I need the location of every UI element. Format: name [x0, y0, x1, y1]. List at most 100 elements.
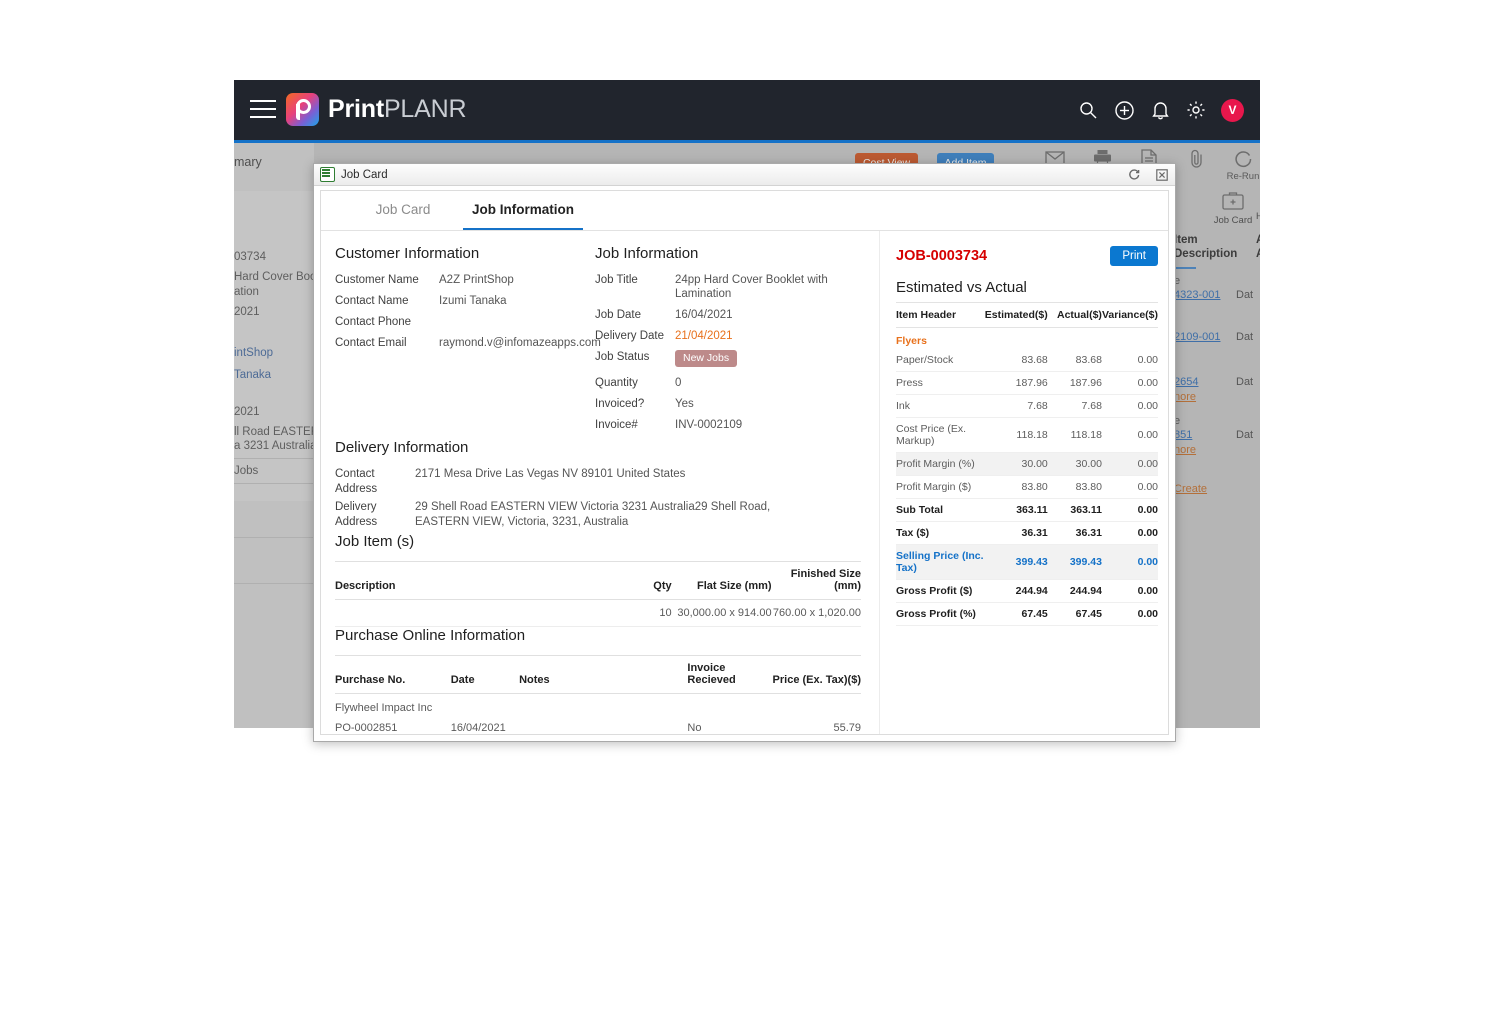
table-row: Tax ($) 36.31 36.31 0.00 — [896, 521, 1158, 545]
tab-job-card[interactable]: Job Card — [343, 191, 463, 230]
job-number: JOB-0003734 — [896, 248, 988, 264]
cell-purchase-no: PO-0002851 — [335, 715, 451, 734]
field-contact-address: Contact Address 2171 Mesa Drive Las Vega… — [335, 467, 861, 497]
rerun-icon[interactable]: Re-Run — [1227, 145, 1259, 182]
hamburger-menu-icon[interactable] — [250, 99, 276, 119]
row-label: Ink — [896, 394, 985, 418]
col-description: Description — [335, 561, 609, 600]
table-row: Selling Price (Inc. Tax) 399.43 399.43 0… — [896, 544, 1158, 580]
refresh-icon[interactable] — [1128, 168, 1140, 181]
row-label: Gross Profit ($) — [896, 579, 985, 603]
table-row: Cost Price (Ex. Markup) 118.18 118.18 0.… — [896, 417, 1158, 453]
row-label: Profit Margin ($) — [896, 475, 985, 499]
col-estimated: Estimated($) — [984, 302, 1048, 328]
job-card-toolbar-label: Job Card — [1213, 215, 1253, 226]
bg-row-2-link[interactable]: 2654 — [1174, 376, 1198, 388]
bg-row-1-link[interactable]: 2109-001 — [1174, 331, 1221, 343]
gear-icon[interactable] — [1185, 99, 1207, 121]
field-contact-phone: Contact Phone — [335, 315, 595, 329]
supplier-row: Flywheel Impact Inc — [335, 694, 861, 716]
table-header-row: Description Qty Flat Size (mm) Finished … — [335, 561, 861, 600]
table-row: 10 30,000.00 x 914.00 760.00 x 1,020.00 — [335, 599, 861, 627]
job-card-toolbar-icon[interactable]: Job Card — [1213, 191, 1253, 226]
bg-summary-card — [234, 191, 315, 501]
estimated-vs-actual-table: Item Header Estimated($) Actual($) Varia… — [896, 302, 1158, 626]
bell-icon[interactable] — [1149, 99, 1171, 121]
modal-title: Job Card — [341, 168, 388, 181]
field-value: 2171 Mesa Drive Las Vegas NV 89101 Unite… — [415, 468, 686, 480]
field-invoice-number: Invoice# INV-0002109 — [595, 418, 861, 432]
printplanr-logo-icon — [286, 93, 319, 126]
field-label: Contact Email — [335, 337, 407, 349]
field-label: Job Status — [595, 351, 650, 363]
row-actual: 36.31 — [1047, 521, 1102, 545]
supplier-link[interactable]: Flywheel Impact Inc — [335, 694, 451, 716]
row-variance: 0.00 — [1101, 475, 1158, 499]
cell-invoice-recieved: No — [687, 715, 772, 734]
job-items-heading: Job Item (s) — [335, 533, 415, 550]
row-variance: 0.00 — [1101, 579, 1158, 603]
table-row: Ink 7.68 7.68 0.00 — [896, 394, 1158, 418]
customer-information-block: Customer Information Customer Name A2Z P… — [335, 245, 601, 439]
bg-row-0-link[interactable]: 4323-001 — [1174, 289, 1221, 301]
field-job-status: Job Status New Jobs — [595, 350, 861, 367]
row-actual: 7.68 — [1047, 394, 1102, 418]
field-customer-name: Customer Name A2Z PrintShop — [335, 273, 595, 287]
row-variance: 0.00 — [1101, 371, 1158, 395]
col-flat-size: Flat Size (mm) — [671, 561, 772, 600]
row-variance: 0.00 — [1101, 521, 1158, 545]
app-logo[interactable]: PrintPLANR — [286, 93, 467, 126]
bg-row-2-more[interactable]: nore — [1174, 391, 1196, 403]
col-variance: Variance($) — [1101, 302, 1158, 328]
field-invoiced: Invoiced? Yes — [595, 397, 861, 411]
field-value: Izumi Tanaka — [439, 295, 507, 307]
bg-summary-label: mary — [234, 155, 262, 169]
modal-title-bar: Job Card — [314, 164, 1175, 186]
estimated-vs-actual-heading: Estimated vs Actual — [896, 279, 1027, 296]
field-job-date: Job Date 16/04/2021 — [595, 308, 861, 322]
avatar[interactable]: V — [1221, 98, 1244, 122]
app-logo-text: PrintPLANR — [328, 95, 467, 124]
bg-row-3-more[interactable]: nore — [1174, 444, 1196, 456]
search-icon[interactable] — [1077, 99, 1099, 121]
table-row: Profit Margin (%) 30.00 30.00 0.00 — [896, 452, 1158, 476]
col-purchase-no: Purchase No. — [335, 655, 451, 694]
close-icon[interactable] — [1156, 168, 1168, 181]
paperclip-icon[interactable] — [1185, 145, 1207, 171]
field-value: 0 — [675, 377, 682, 389]
job-card-toolbar-label-next: H — [1256, 211, 1260, 222]
bg-row-1-right: Dat — [1236, 331, 1254, 343]
row-label: Gross Profit (%) — [896, 602, 985, 626]
field-value: A2Z PrintShop — [439, 274, 514, 286]
bg-row-3-link[interactable]: 851 — [1174, 429, 1192, 441]
table-row: Profit Margin ($) 83.80 83.80 0.00 — [896, 475, 1158, 499]
field-value: 24pp Hard Cover Booklet with Lamination — [675, 274, 828, 300]
row-label: Selling Price (Inc. Tax) — [896, 544, 985, 580]
print-button[interactable]: Print — [1110, 246, 1158, 266]
col-price: Price (Ex. Tax)($) — [771, 655, 861, 694]
bg-line-contact: Tanaka — [234, 369, 272, 381]
screenshot-root: Print PLANR V mary 03734 Hard Cover Bookl… — [0, 0, 1494, 1022]
field-label: Contact Name — [335, 295, 409, 307]
job-card-window-icon — [320, 167, 335, 182]
bg-create-link[interactable]: Create — [1174, 483, 1207, 495]
cell-qty: 10 — [608, 599, 672, 627]
tab-job-information[interactable]: Job Information — [463, 191, 583, 230]
row-variance: 0.00 — [1101, 602, 1158, 626]
plus-circle-icon[interactable] — [1113, 99, 1135, 121]
status-badge[interactable]: New Jobs — [675, 350, 738, 367]
col-notes: Notes — [519, 655, 688, 694]
row-estimated: 399.43 — [984, 544, 1048, 580]
modal-body: Job Card Job Information Customer Inform… — [320, 190, 1169, 735]
row-label: Paper/Stock — [896, 349, 985, 372]
field-value: INV-0002109 — [675, 419, 743, 431]
delivery-information-heading: Delivery Information — [335, 439, 469, 456]
row-actual: 67.45 — [1047, 602, 1102, 626]
bg-line-address-2: a 3231 Australia — [234, 440, 317, 452]
row-variance: 0.00 — [1101, 394, 1158, 418]
row-variance: 0.00 — [1101, 544, 1158, 580]
group-label: Flyers — [896, 335, 927, 347]
row-estimated: 36.31 — [984, 521, 1048, 545]
row-actual: 30.00 — [1047, 452, 1102, 476]
logo-light-text: PLANR — [383, 95, 467, 123]
